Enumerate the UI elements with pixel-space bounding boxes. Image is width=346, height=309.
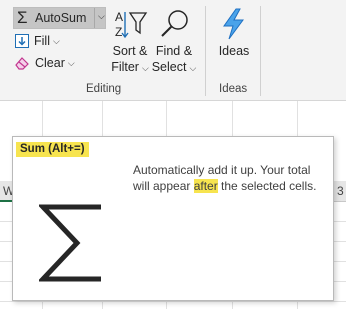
find-select-button[interactable]: Find & Select ⌵ <box>150 6 198 76</box>
grid-line <box>0 301 346 302</box>
clear-button[interactable]: Clear ⌵ <box>14 54 75 72</box>
sort-filter-line2: Filter <box>111 60 139 74</box>
find-select-line2: Select <box>151 60 187 74</box>
ideas-button[interactable]: Ideas <box>212 6 256 66</box>
chevron-down-icon[interactable]: ⌵ <box>98 11 105 22</box>
tooltip-title: Sum (Alt+=) <box>16 142 89 157</box>
fill-down-icon <box>15 34 29 48</box>
eraser-icon <box>15 57 29 70</box>
find-select-line1: Find & <box>155 44 193 58</box>
sort-filter-button[interactable]: A Z Sort & Filter ⌵ <box>106 6 154 76</box>
sort-filter-line1: Sort & <box>112 44 148 58</box>
autosum-button[interactable]: Σ AutoSum ⌵ <box>13 7 106 29</box>
column-header-right[interactable]: 3 <box>337 184 344 198</box>
ideas-label: Ideas <box>218 44 250 58</box>
fill-label: Fill <box>34 34 50 48</box>
tooltip-description: Automatically add it up. Your total will… <box>133 163 329 194</box>
group-label-editing: Editing <box>86 83 122 95</box>
chevron-down-icon: ⌵ <box>52 35 60 46</box>
tooltip-desc-highlight: after <box>193 178 218 193</box>
chevron-down-icon: ⌵ <box>189 63 197 73</box>
clear-label: Clear <box>35 56 65 70</box>
lightning-icon <box>223 8 244 40</box>
sort-az-filter-icon: A Z <box>115 10 148 39</box>
autosum-tooltip: Sum (Alt+=) Automatically add it up. You… <box>12 136 334 301</box>
sigma-icon <box>39 204 101 282</box>
fill-button[interactable]: Fill ⌵ <box>14 32 60 50</box>
ribbon: Σ AutoSum ⌵ Fill ⌵ Clear ⌵ A Z Sort & Fi… <box>0 0 346 101</box>
split-divider <box>94 8 95 28</box>
autosum-label: AutoSum <box>35 11 87 25</box>
svg-text:A: A <box>115 10 123 24</box>
group-label-ideas: Ideas <box>219 83 248 95</box>
sigma-icon: Σ <box>17 8 28 27</box>
chevron-down-icon: ⌵ <box>67 57 75 68</box>
group-separator <box>205 6 206 96</box>
tooltip-desc-after: the selected cells. <box>217 178 317 193</box>
svg-text:Z: Z <box>115 25 122 39</box>
magnifier-icon <box>161 10 188 37</box>
group-separator <box>260 6 261 96</box>
chevron-down-icon: ⌵ <box>141 63 149 73</box>
